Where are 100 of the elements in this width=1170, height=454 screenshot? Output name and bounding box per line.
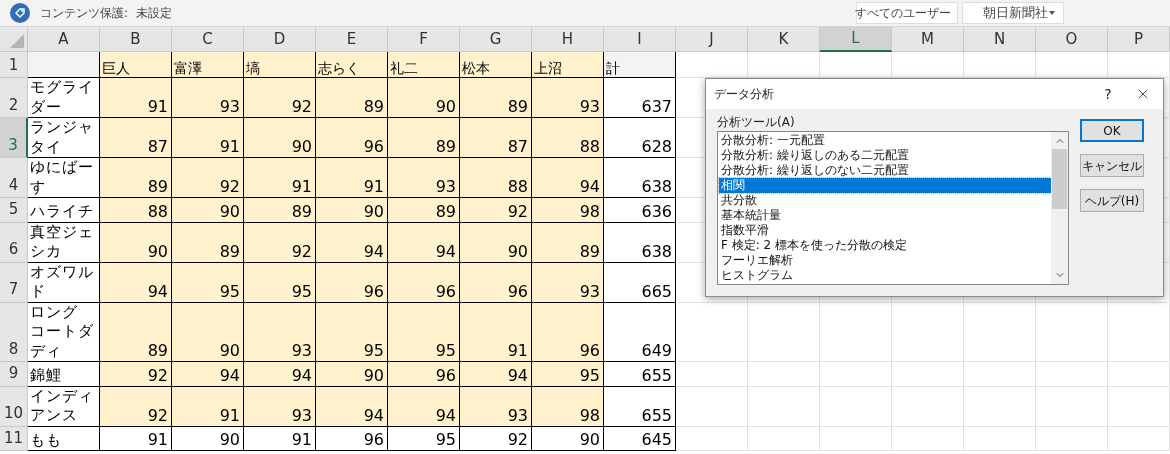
score-cell: 87: [100, 118, 172, 158]
dialog-button[interactable]: ヘルプ(H): [1080, 189, 1144, 212]
score-cell: 92: [460, 198, 532, 223]
tool-item[interactable]: 分散分析: 一元配置: [719, 133, 1051, 148]
score-cell: 96: [316, 262, 388, 303]
score-cell: 93: [172, 78, 244, 118]
user-filter-dropdown[interactable]: すべてのユーザー: [856, 2, 958, 24]
tool-item[interactable]: フーリエ解析: [719, 253, 1051, 268]
column-header[interactable]: J: [676, 27, 748, 52]
select-all-button[interactable]: [0, 27, 28, 52]
dialog-button[interactable]: キャンセル: [1080, 154, 1144, 177]
tool-item[interactable]: 共分散: [719, 193, 1051, 208]
tool-item[interactable]: 相関: [719, 178, 1051, 193]
row-header[interactable]: 6: [0, 222, 28, 263]
score-cell: 94: [100, 262, 172, 303]
score-cell: 90: [460, 222, 532, 263]
score-cell: 90: [172, 426, 244, 451]
column-header[interactable]: O: [1036, 27, 1108, 52]
score-cell: 90: [388, 78, 460, 118]
organization-dropdown[interactable]: 朝日新聞社: [962, 2, 1064, 24]
row-header[interactable]: 9: [0, 362, 28, 387]
tool-item[interactable]: F 検定: 2 標本を使った分散の検定: [719, 238, 1051, 253]
column-header[interactable]: N: [964, 27, 1036, 52]
score-cell: 88: [100, 198, 172, 223]
tool-item[interactable]: 分散分析: 繰り返しのある二元配置: [719, 148, 1051, 163]
dialog-button[interactable]: OK: [1080, 119, 1144, 142]
total-cell: 649: [604, 302, 676, 362]
row-header[interactable]: 7: [0, 262, 28, 303]
column-header[interactable]: H: [532, 27, 604, 52]
score-cell: 94: [532, 158, 604, 198]
score-cell: 94: [460, 362, 532, 387]
tools-label: 分析ツール(A): [717, 114, 796, 131]
row-header[interactable]: 4: [0, 158, 28, 198]
score-cell: 91: [100, 78, 172, 118]
tool-item[interactable]: 指数平滑: [719, 223, 1051, 238]
total-cell: 638: [604, 158, 676, 198]
column-header[interactable]: G: [460, 27, 532, 52]
score-cell: 91: [316, 158, 388, 198]
score-cell: 91: [172, 118, 244, 158]
score-cell: 96: [532, 302, 604, 362]
score-cell: 90: [316, 362, 388, 387]
tool-item[interactable]: 分散分析: 繰り返しのない二元配置: [719, 163, 1051, 178]
tool-item[interactable]: ヒストグラム: [719, 268, 1051, 283]
total-cell: 665: [604, 262, 676, 303]
score-cell: 93: [460, 386, 532, 427]
score-cell: 89: [172, 222, 244, 263]
column-header[interactable]: A: [28, 27, 100, 52]
score-cell: 98: [532, 386, 604, 427]
score-cell: 88: [532, 118, 604, 158]
row-header[interactable]: 8: [0, 302, 28, 362]
score-cell: 89: [388, 198, 460, 223]
scrollbar[interactable]: [1051, 132, 1068, 284]
score-cell: 87: [460, 118, 532, 158]
tool-item[interactable]: 基本統計量: [719, 208, 1051, 223]
score-cell: 96: [316, 426, 388, 451]
name-cell: もも: [28, 426, 100, 451]
column-title-cell: 富澤: [172, 52, 244, 78]
column-header[interactable]: M: [892, 27, 964, 52]
column-title-cell: 計: [604, 52, 676, 78]
score-cell: 90: [100, 222, 172, 263]
column-header[interactable]: C: [172, 27, 244, 52]
total-cell: 628: [604, 118, 676, 158]
score-cell: 89: [388, 118, 460, 158]
column-header[interactable]: F: [388, 27, 460, 52]
help-button[interactable]: ?: [1093, 81, 1123, 107]
score-cell: 90: [172, 302, 244, 362]
column-header[interactable]: B: [100, 27, 172, 52]
score-cell: 92: [460, 426, 532, 451]
score-cell: 89: [460, 78, 532, 118]
score-cell: 89: [100, 302, 172, 362]
column-header[interactable]: L: [820, 27, 892, 52]
row-header[interactable]: 11: [0, 426, 28, 451]
column-header[interactable]: P: [1108, 27, 1170, 52]
column-header[interactable]: D: [244, 27, 316, 52]
score-cell: 94: [388, 386, 460, 427]
score-cell: 96: [316, 118, 388, 158]
column-title-cell: 松本: [460, 52, 532, 78]
column-header[interactable]: I: [604, 27, 676, 52]
scrollbar-thumb[interactable]: [1052, 149, 1067, 209]
score-cell: 95: [532, 362, 604, 387]
row-header[interactable]: 5: [0, 198, 28, 223]
row-header[interactable]: 2: [0, 78, 28, 118]
dialog-title: データ分析: [714, 86, 774, 103]
score-cell: 92: [244, 222, 316, 263]
column-header[interactable]: E: [316, 27, 388, 52]
score-cell: 95: [244, 262, 316, 303]
row-header[interactable]: 3: [0, 118, 28, 158]
score-cell: 88: [460, 158, 532, 198]
tag-icon: [10, 3, 30, 23]
total-cell: 655: [604, 386, 676, 427]
tools-listbox[interactable]: 分散分析: 一元配置 分散分析: 繰り返しのある二元配置 分散分析: 繰り返しのない二元配置 相関 共分散 基本統計量 指数平滑 F 検定: 2 標本を使った分散の検定 フーリエ解析 ヒストグラム: [717, 131, 1069, 285]
row-header[interactable]: 10: [0, 386, 28, 427]
score-cell: 94: [316, 222, 388, 263]
score-cell: 89: [244, 198, 316, 223]
row-header[interactable]: 1: [0, 52, 28, 78]
column-header[interactable]: K: [748, 27, 820, 52]
column-title-cell: 巨人: [100, 52, 172, 78]
score-cell: 96: [388, 362, 460, 387]
score-cell: 90: [532, 426, 604, 451]
score-cell: 94: [172, 362, 244, 387]
